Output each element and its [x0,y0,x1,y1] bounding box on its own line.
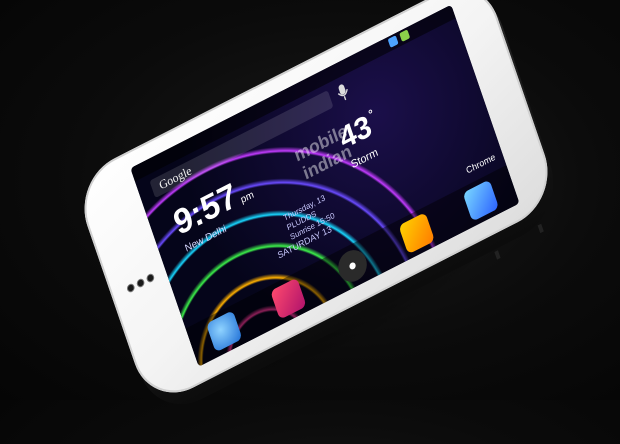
messages-app-icon[interactable] [398,212,436,255]
phone-app-icon[interactable] [205,310,243,353]
photo-scene: Google mobile indian 9:57pm New Delhi 43… [0,0,620,437]
battery-icon [399,29,411,43]
app-drawer-icon[interactable] [334,244,371,288]
signal-icon [387,35,399,48]
browser-app-icon[interactable] [462,179,500,222]
contacts-app-icon[interactable] [270,277,307,320]
